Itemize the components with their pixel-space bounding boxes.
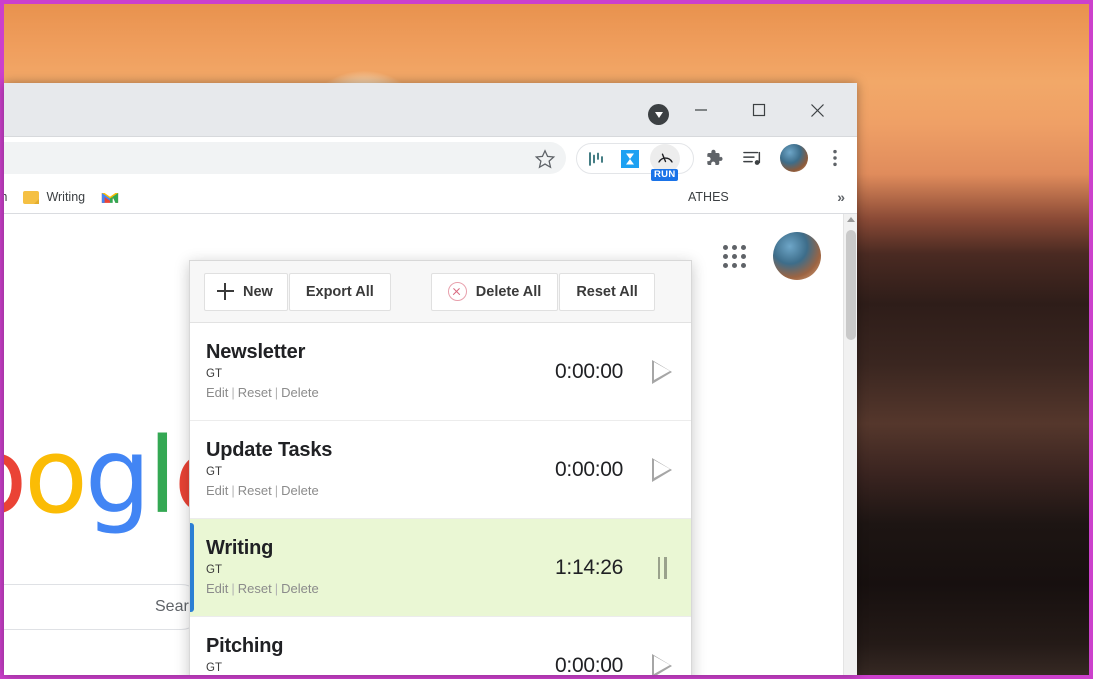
circle-x-icon xyxy=(447,282,467,301)
extensions-puzzle-icon[interactable] xyxy=(702,147,724,169)
timer-time: 0:00:00 xyxy=(555,457,623,481)
window-close-button[interactable] xyxy=(795,90,839,130)
separator: | xyxy=(231,482,235,498)
timer-info: Pitching GT Edit|Reset|Delete xyxy=(206,635,555,675)
timer-play-button[interactable] xyxy=(649,652,675,675)
bookmark-item-gmail[interactable] xyxy=(93,185,134,210)
reset-link[interactable]: Reset xyxy=(238,385,272,400)
timer-row[interactable]: Newsletter GT Edit | Reset | Delete 0:00:00 xyxy=(190,323,691,421)
delete-all-label: Delete All xyxy=(475,283,542,300)
timer-title: Newsletter xyxy=(206,341,306,364)
timer-row-active[interactable]: Writing GT Edit | Reset | Delete 1:14:26 xyxy=(190,519,691,617)
separator: | xyxy=(274,580,279,596)
bookmarks-bar: agram Writing ATHES » xyxy=(4,181,857,214)
play-icon xyxy=(652,457,672,482)
logo-letter: l xyxy=(147,415,177,537)
reset-link[interactable]: Reset xyxy=(238,581,272,596)
scrollbar-thumb[interactable] xyxy=(846,230,856,340)
timer-tag: GT xyxy=(206,368,222,381)
bookmark-item-athes[interactable]: ATHES xyxy=(680,185,737,210)
bookmark-star-icon[interactable] xyxy=(534,148,556,170)
separator: | xyxy=(274,482,279,498)
gmail-icon xyxy=(102,192,119,203)
timer-info: Update Tasks GT Edit | Reset | Delete xyxy=(206,439,555,500)
extension-run-badge: RUN xyxy=(651,169,679,181)
timer-list: Newsletter GT Edit | Reset | Delete 0:00:00 … xyxy=(190,323,691,675)
timer-time: 1:14:26 xyxy=(555,555,623,579)
logo-letter: g xyxy=(84,415,151,537)
new-timer-button[interactable]: New xyxy=(204,272,288,311)
bookmark-label: Writing xyxy=(46,190,86,204)
browser-title-bar xyxy=(4,83,857,137)
timer-time: 0:00:00 xyxy=(555,653,623,676)
extensions-pill: RUN xyxy=(576,143,694,181)
plus-icon xyxy=(217,283,234,300)
timer-time: 0:00:00 xyxy=(555,359,623,383)
timer-tag: GT xyxy=(206,564,222,577)
reset-all-label: Reset All xyxy=(576,283,638,300)
timer-play-button[interactable] xyxy=(649,456,675,484)
scroll-up-arrow-icon[interactable] xyxy=(847,217,855,222)
search-input[interactable]: Search Google or type a URL xyxy=(4,584,365,630)
timer-row[interactable]: Update Tasks GT Edit | Reset | Delete 0:00:0… xyxy=(190,421,691,519)
export-all-label: Export All xyxy=(305,283,374,300)
play-icon xyxy=(652,653,672,675)
edit-link[interactable]: Edit xyxy=(206,483,228,498)
edit-link[interactable]: Edit xyxy=(206,581,228,596)
timer-tag: GT xyxy=(206,466,222,479)
timer-title: Update Tasks xyxy=(206,439,333,462)
separator: | xyxy=(274,384,279,400)
pause-icon xyxy=(657,556,667,579)
timer-info: Newsletter GT Edit | Reset | Delete xyxy=(206,341,555,402)
download-indicator-icon[interactable] xyxy=(648,104,669,125)
separator: | xyxy=(231,384,235,400)
delete-link[interactable]: Delete xyxy=(281,385,319,400)
profile-avatar[interactable] xyxy=(780,144,808,172)
media-control-icon[interactable] xyxy=(742,148,764,168)
play-icon xyxy=(652,359,672,384)
timer-actions: Edit | Reset | Delete xyxy=(206,580,555,598)
address-bar[interactable] xyxy=(4,142,566,174)
timer-actions: Edit | Reset | Delete xyxy=(206,482,555,500)
edit-link[interactable]: Edit xyxy=(206,385,228,400)
google-apps-grid-icon[interactable] xyxy=(717,239,753,275)
timer-info: Writing GT Edit | Reset | Delete xyxy=(206,537,555,598)
timer-title: Pitching xyxy=(206,635,284,658)
browser-window: RUN agram Writing xyxy=(4,83,857,675)
delete-link[interactable]: Delete xyxy=(281,483,319,498)
timer-extension-icon[interactable]: RUN xyxy=(650,144,680,181)
hourglass-extension-icon[interactable] xyxy=(615,144,645,173)
bookmarks-overflow-chevron[interactable]: » xyxy=(837,189,845,205)
window-minimize-button[interactable] xyxy=(679,90,723,130)
bookmark-item-instagram[interactable]: agram xyxy=(4,185,15,210)
bookmark-item-writing[interactable]: Writing xyxy=(15,185,93,210)
audio-waveform-extension-icon[interactable] xyxy=(581,144,611,173)
new-timer-label: New xyxy=(243,283,273,300)
separator: | xyxy=(231,580,235,596)
reset-all-button[interactable]: Reset All xyxy=(559,272,655,311)
timer-title: Writing xyxy=(206,537,274,560)
bookmark-label: ATHES xyxy=(688,190,729,204)
timer-play-button[interactable] xyxy=(649,358,675,386)
timer-row[interactable]: Pitching GT Edit|Reset|Delete 0:00:00 xyxy=(190,617,691,675)
timer-actions: Edit | Reset | Delete xyxy=(206,384,555,402)
export-all-button[interactable]: Export All xyxy=(288,272,391,311)
logo-letter: o xyxy=(4,415,27,537)
popup-toolbar: New Export All Delete All Reset All xyxy=(190,261,691,323)
window-maximize-button[interactable] xyxy=(737,90,781,130)
delete-all-button[interactable]: Delete All xyxy=(430,272,559,311)
google-account-avatar[interactable] xyxy=(773,232,821,280)
page-scrollbar[interactable] xyxy=(843,214,857,675)
folder-icon xyxy=(23,190,40,204)
timer-extension-popup: New Export All Delete All Reset All News… xyxy=(189,260,692,675)
bookmark-label: agram xyxy=(4,190,7,204)
reset-link[interactable]: Reset xyxy=(238,483,272,498)
three-dot-menu-icon[interactable] xyxy=(824,147,846,169)
delete-link[interactable]: Delete xyxy=(281,581,319,596)
timer-tag: GT xyxy=(206,662,222,675)
timer-pause-button[interactable] xyxy=(649,554,675,582)
logo-letter: o xyxy=(24,415,88,537)
browser-toolbar: RUN xyxy=(4,137,857,181)
